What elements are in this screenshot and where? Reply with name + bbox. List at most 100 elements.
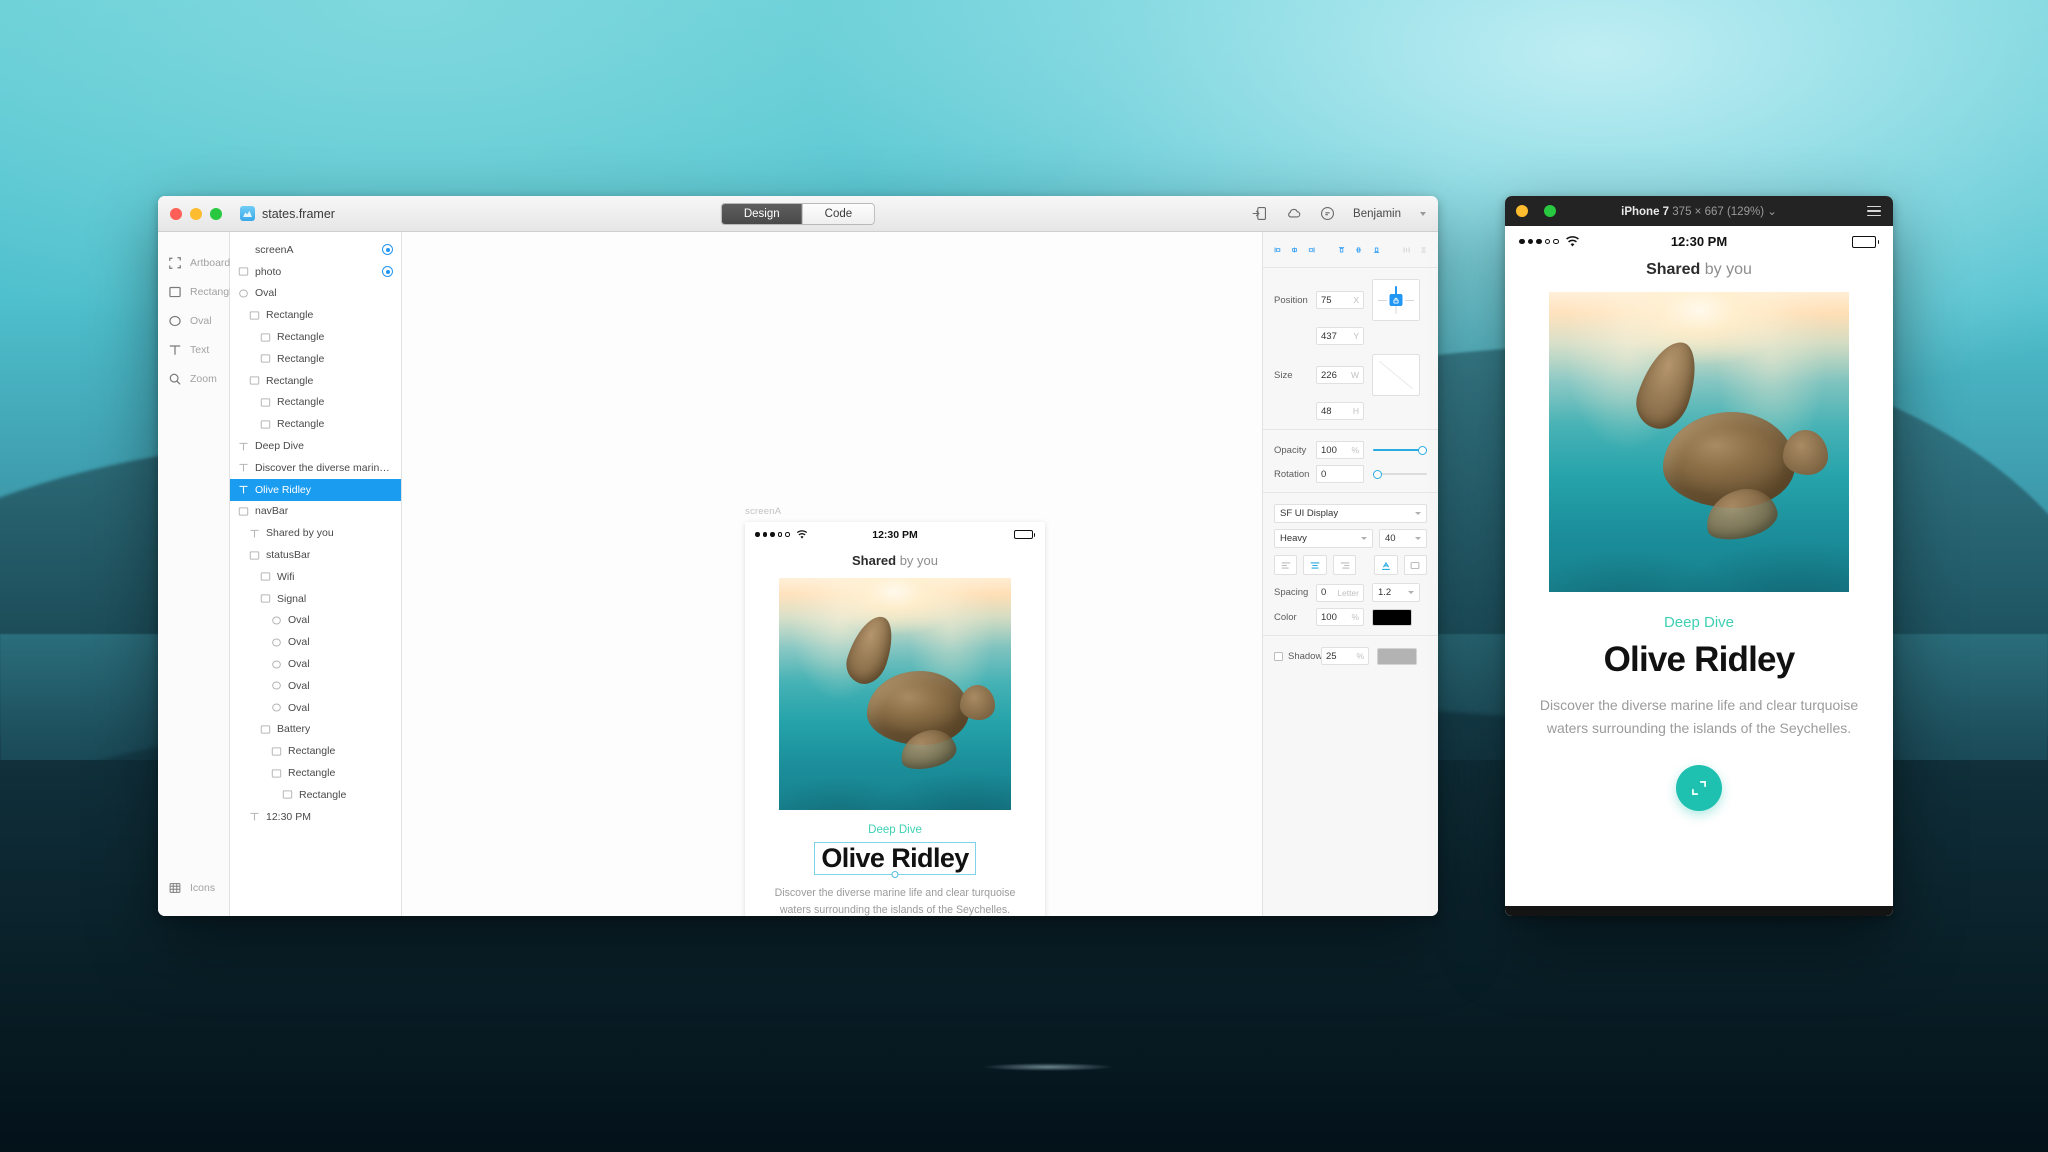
anchor-control[interactable]	[1372, 279, 1420, 321]
layer-row[interactable]: Battery	[230, 719, 401, 741]
distribute-vertical-icon[interactable]	[1420, 244, 1427, 256]
alignment-toolbar[interactable]	[1263, 232, 1438, 268]
font-size-select[interactable]: 40	[1379, 529, 1427, 548]
opacity-slider[interactable]	[1373, 443, 1427, 457]
font-family-select[interactable]: SF UI Display	[1274, 504, 1427, 523]
font-weight-size-row: Heavy 40	[1274, 529, 1427, 548]
shadow-value-input[interactable]: 25 %	[1321, 647, 1369, 665]
layer-row[interactable]: Oval	[230, 631, 401, 653]
preview-maximize-button[interactable]	[1544, 205, 1556, 217]
comment-icon[interactable]	[1319, 205, 1336, 222]
color-swatch[interactable]	[1372, 608, 1412, 626]
layer-row[interactable]: Rectangle	[230, 370, 401, 392]
layer-row[interactable]: Discover the diverse marine l…	[230, 457, 401, 479]
layer-row[interactable]: Olive Ridley	[230, 478, 401, 501]
letter-spacing-input[interactable]: 0 Letter	[1316, 583, 1364, 602]
text-align-right-button[interactable]	[1332, 555, 1357, 575]
layer-row[interactable]: Oval	[230, 653, 401, 675]
rotation-slider[interactable]	[1373, 467, 1427, 481]
position-x-input[interactable]: 75 X	[1316, 291, 1364, 309]
layer-row[interactable]: photo	[230, 261, 401, 283]
align-center-horizontal-icon[interactable]	[1291, 244, 1298, 256]
text-align-right-icon	[1340, 561, 1349, 569]
layer-list[interactable]: screenA photo Oval Rectangle Rectangle Rectan…	[230, 232, 402, 916]
align-left-icon[interactable]	[1274, 244, 1281, 256]
titlebar-actions: Benjamin	[1251, 205, 1426, 222]
align-center-vertical-icon[interactable]	[1355, 244, 1362, 256]
tab-design[interactable]: Design	[721, 203, 803, 224]
visibility-toggle-icon[interactable]	[382, 266, 393, 278]
cloud-icon[interactable]	[1285, 205, 1302, 222]
layer-row[interactable]: Deep Dive	[230, 435, 401, 457]
layer-row[interactable]: Rectangle	[230, 326, 401, 348]
text-underline-button[interactable]	[1374, 555, 1398, 575]
align-bottom-icon[interactable]	[1373, 244, 1380, 256]
position-y-input[interactable]: 437 Y	[1316, 327, 1364, 345]
layer-row[interactable]: Oval	[230, 610, 401, 632]
close-button[interactable]	[170, 207, 182, 220]
aspect-ratio-control[interactable]	[1372, 354, 1420, 396]
selection-bounding-box[interactable]: Olive Ridley	[814, 842, 976, 878]
tool-icons[interactable]: Icons	[158, 873, 229, 902]
layer-row[interactable]: screenA	[230, 239, 401, 261]
text-align-center-button[interactable]	[1303, 555, 1327, 575]
chevron-down-icon[interactable]: ⌄	[1767, 206, 1777, 218]
artboard-screenA[interactable]: 12:30 PM Shared by you Deep Dive Olive R…	[745, 522, 1045, 916]
screenA-photo[interactable]	[779, 578, 1011, 810]
size-height-input[interactable]: 48 H	[1316, 402, 1364, 420]
design-code-segmented-control[interactable]: Design Code	[720, 202, 876, 225]
layer-row[interactable]: Wifi	[230, 566, 401, 588]
preview-minimize-button[interactable]	[1516, 205, 1528, 217]
preview-expand-button[interactable]	[1676, 765, 1722, 812]
tab-code[interactable]: Code	[802, 203, 875, 224]
export-icon[interactable]	[1251, 205, 1268, 222]
layer-row[interactable]: Oval	[230, 675, 401, 697]
shadow-color-swatch[interactable]	[1377, 647, 1417, 665]
layer-row[interactable]: Oval	[230, 283, 401, 305]
layer-row[interactable]: Rectangle	[230, 413, 401, 435]
tool-oval[interactable]: Oval	[158, 306, 229, 335]
rotation-input[interactable]: 0	[1316, 465, 1364, 483]
maximize-button[interactable]	[210, 207, 222, 220]
user-name[interactable]: Benjamin	[1353, 208, 1401, 220]
tool-zoom[interactable]: Zoom	[158, 364, 229, 393]
lock-icon[interactable]	[1389, 294, 1403, 306]
document-chip[interactable]: states.framer	[240, 206, 335, 221]
chevron-down-icon[interactable]	[1420, 211, 1426, 216]
font-weight-select[interactable]: Heavy	[1274, 529, 1373, 548]
distribute-horizontal-icon[interactable]	[1403, 244, 1410, 256]
layer-label: photo	[255, 265, 282, 278]
position-y-row: 437 Y	[1274, 327, 1427, 345]
text-align-left-button[interactable]	[1274, 555, 1298, 575]
minimize-button[interactable]	[190, 207, 202, 220]
align-top-icon[interactable]	[1338, 244, 1345, 256]
tool-text[interactable]: Text	[158, 335, 229, 364]
text-frame-button[interactable]	[1403, 555, 1428, 575]
line-height-select[interactable]: 1.2	[1372, 583, 1420, 602]
layer-row[interactable]: Rectangle	[230, 762, 401, 784]
visibility-toggle-icon[interactable]	[382, 244, 393, 256]
align-right-icon[interactable]	[1308, 244, 1315, 256]
layer-row[interactable]: navBar	[230, 501, 401, 523]
layer-row[interactable]: Rectangle	[230, 784, 401, 806]
layer-row[interactable]: Rectangle	[230, 348, 401, 370]
layer-row[interactable]: Rectangle	[230, 740, 401, 762]
color-opacity-input[interactable]: 100 %	[1316, 608, 1364, 626]
tool-artboard[interactable]: Artboard	[158, 248, 230, 277]
layer-row[interactable]: 12:30 PM	[230, 806, 401, 828]
preview-screen[interactable]: 12:30 PM Shared by you Deep Dive Olive R…	[1505, 226, 1893, 916]
layer-row[interactable]: statusBar	[230, 544, 401, 566]
layer-row[interactable]: Rectangle	[230, 392, 401, 414]
resize-handle[interactable]	[891, 871, 899, 878]
tool-rectangle[interactable]: Rectangle	[158, 277, 237, 306]
layer-row[interactable]: Shared by you	[230, 522, 401, 544]
opacity-input[interactable]: 100 %	[1316, 441, 1364, 459]
shadow-checkbox[interactable]	[1274, 651, 1283, 661]
layer-row[interactable]: Signal	[230, 588, 401, 610]
preview-photo[interactable]	[1549, 292, 1849, 592]
design-canvas[interactable]: screenA screenB 12:30 PM	[402, 232, 1262, 916]
hamburger-icon[interactable]	[1867, 205, 1881, 217]
layer-row[interactable]: Rectangle	[230, 304, 401, 326]
layer-row[interactable]: Oval	[230, 697, 401, 719]
size-width-input[interactable]: 226 W	[1316, 366, 1364, 384]
